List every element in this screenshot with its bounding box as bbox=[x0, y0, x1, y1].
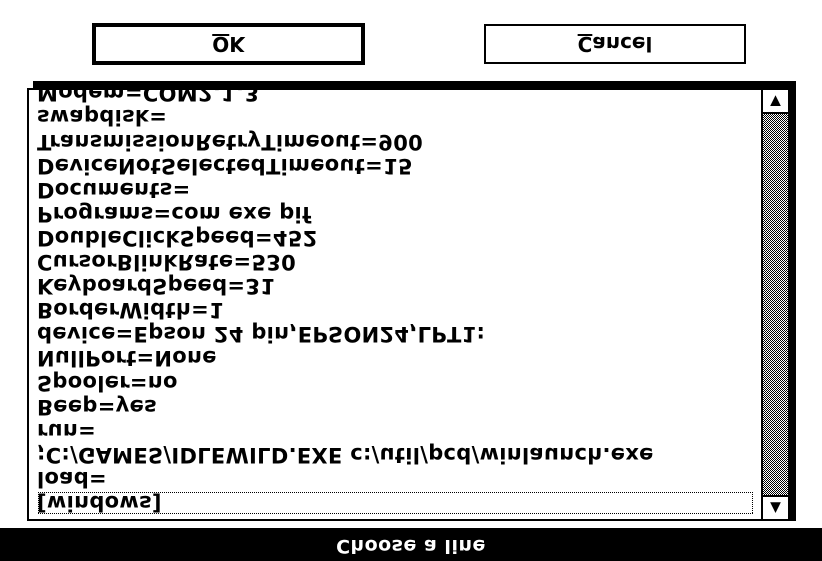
list-item[interactable]: DoubleClickSpeed=452 bbox=[37, 226, 754, 250]
list-item[interactable]: Modem=COM2,1,3 bbox=[37, 81, 754, 105]
listbox-items: [windows] load= ;C:/GAMES/IDLEWILD.EXE c… bbox=[37, 81, 754, 515]
ok-button-label: OK bbox=[212, 32, 245, 56]
arrow-down-icon: ▼ bbox=[770, 93, 781, 109]
ok-button[interactable]: OK bbox=[93, 24, 364, 64]
list-item[interactable]: KeyboardSpeed=31 bbox=[37, 274, 754, 298]
title-bar: Choose a line bbox=[0, 528, 822, 561]
list-item[interactable]: Spooler=no bbox=[37, 370, 754, 395]
arrow-up-icon: ▲ bbox=[770, 500, 781, 516]
cancel-button[interactable]: Cancel bbox=[484, 24, 746, 64]
cancel-button-label: Cancel bbox=[577, 32, 653, 56]
scroll-up-button[interactable]: ▲ bbox=[763, 495, 788, 519]
list-item[interactable]: device=Epson 24 pin,EPSON24,LPT1: bbox=[37, 322, 754, 346]
list-item[interactable]: BorderWidth=1 bbox=[37, 298, 754, 322]
scroll-down-button[interactable]: ▼ bbox=[763, 90, 788, 114]
vertical-scrollbar[interactable]: ▲ ▼ bbox=[761, 90, 788, 519]
list-item[interactable]: swapdisk= bbox=[37, 105, 754, 130]
list-item[interactable]: DeviceNotSelectedTimeout=15 bbox=[37, 154, 754, 178]
choose-line-dialog: Choose a line [windows] load= ;C:/GAMES/… bbox=[0, 0, 822, 561]
line-listbox[interactable]: [windows] load= ;C:/GAMES/IDLEWILD.EXE c… bbox=[27, 81, 790, 521]
list-item[interactable]: Documents= bbox=[37, 178, 754, 202]
list-item[interactable]: load= bbox=[37, 467, 754, 491]
list-item[interactable]: run= bbox=[37, 419, 754, 443]
list-item[interactable]: CursorBlinkRate=530 bbox=[37, 250, 754, 274]
list-item[interactable]: Beep=yes bbox=[37, 395, 754, 419]
dialog-title: Choose a line bbox=[336, 535, 486, 557]
list-item[interactable]: [windows] bbox=[37, 491, 754, 515]
list-item[interactable]: ;C:/GAMES/IDLEWILD.EXE c:/util/pcd/winla… bbox=[37, 443, 754, 467]
list-item[interactable]: NullPort=None bbox=[37, 346, 754, 370]
list-item[interactable]: Programs=com exe pif bbox=[37, 202, 754, 226]
list-item[interactable]: TransmissionRetryTimeout=900 bbox=[37, 130, 754, 154]
